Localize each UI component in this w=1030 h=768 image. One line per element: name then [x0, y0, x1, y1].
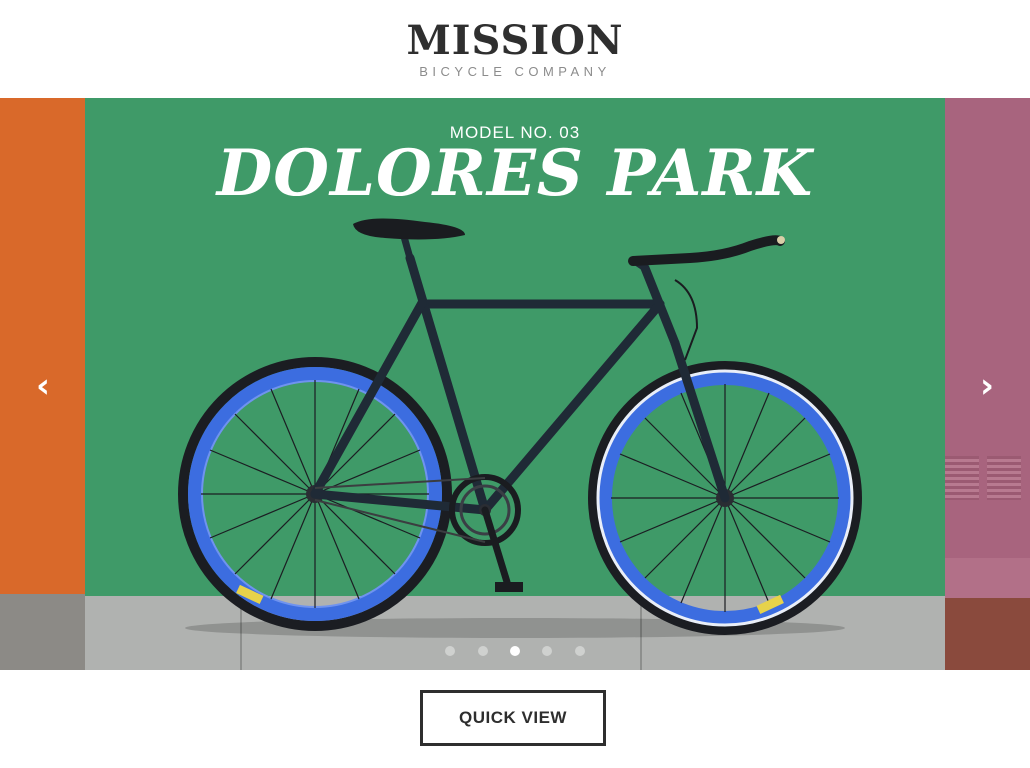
- door-vent: [945, 456, 979, 500]
- brand-tagline: BICYCLE COMPANY: [419, 64, 611, 79]
- slide-title: DOLORES PARK: [216, 136, 814, 211]
- carousel-pagination: [0, 643, 1030, 661]
- hero-carousel: MODEL NO. 03 DOLORES PARK ‹ ›: [0, 98, 1030, 670]
- brand-logo[interactable]: MISSION: [0, 18, 1030, 64]
- site-header: MISSION BICYCLE COMPANY: [0, 0, 1030, 98]
- carousel-prev-button[interactable]: ‹: [28, 366, 58, 406]
- carousel-dot-1[interactable]: [445, 646, 456, 656]
- carousel-dot-3[interactable]: [510, 646, 520, 656]
- current-slide: MODEL NO. 03 DOLORES PARK: [85, 98, 945, 670]
- door-vent: [987, 456, 1021, 500]
- chevron-right-icon: ›: [979, 366, 994, 406]
- carousel-next-button[interactable]: ›: [972, 366, 1002, 406]
- chevron-left-icon: ‹: [35, 366, 50, 406]
- carousel-dot-5[interactable]: [574, 646, 585, 656]
- quick-view-button[interactable]: QUICK VIEW: [420, 690, 606, 746]
- carousel-dot-4[interactable]: [542, 646, 553, 656]
- carousel-dot-2[interactable]: [477, 646, 488, 656]
